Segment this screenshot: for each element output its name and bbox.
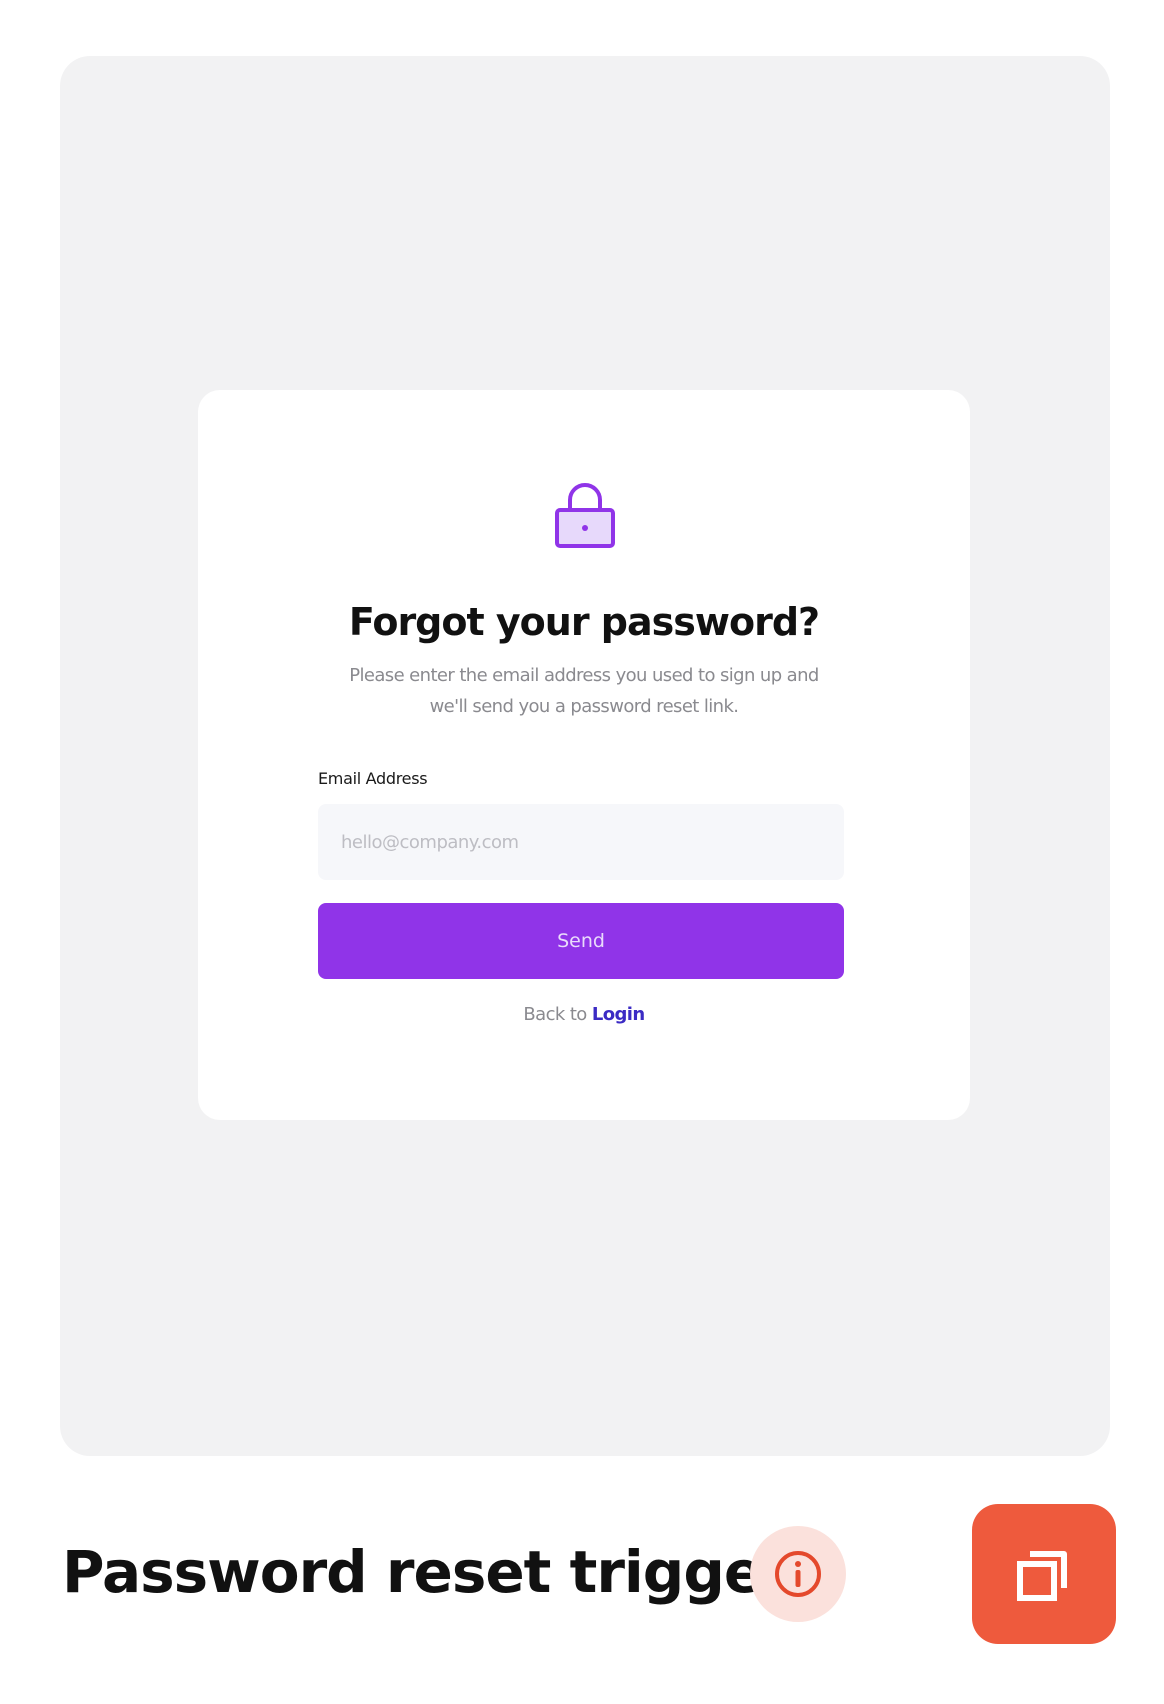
page-title: Forgot your password? [348,600,820,644]
back-to-text: Back to [523,1004,587,1025]
instructions-text: Please enter the email address you used … [298,660,870,722]
preview-panel: Forgot your password? Please enter the e… [60,56,1110,1456]
email-field[interactable] [318,804,844,880]
login-link[interactable]: Login [592,1004,645,1025]
instructions-line-2: we'll send you a password reset link. [429,696,739,717]
copy-icon [1017,1551,1067,1601]
copy-button[interactable] [972,1504,1116,1644]
instructions-line-1: Please enter the email address you used … [349,665,819,686]
info-icon [775,1551,821,1597]
component-title: Password reset trigger [62,1538,791,1606]
lock-icon [555,483,615,548]
send-button[interactable]: Send [318,903,844,979]
email-label: Email Address [318,769,428,788]
forgot-password-card: Forgot your password? Please enter the e… [198,390,970,1120]
info-button[interactable] [750,1526,846,1622]
back-to-login: Back to Login [198,1004,970,1025]
